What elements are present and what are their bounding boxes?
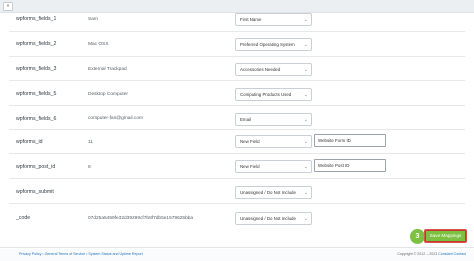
- system-status-link[interactable]: System Status and Uptime Report: [88, 252, 142, 256]
- select-value: New Field: [240, 139, 260, 144]
- custom-field-name-input[interactable]: Website Form ID: [314, 134, 386, 147]
- mapping-select[interactable]: Computing Products Used ⌄: [235, 88, 312, 101]
- input-value: Website Post ID: [318, 163, 350, 168]
- field-value: computer-fan@gmail.com: [88, 116, 143, 121]
- table-row: wpforms_fields_3 External Trackpad Acces…: [0, 57, 474, 81]
- chevron-down-icon: ⌄: [303, 17, 308, 23]
- select-value: Unassigned / Do Not Include: [240, 216, 296, 221]
- select-value: First Name: [240, 17, 262, 22]
- copyright-text: Copyright © 2012 – 2023: [397, 252, 438, 256]
- field-value: Mac OSX: [88, 42, 109, 47]
- copyright: Copyright © 2012 – 2023 Constant Contact: [397, 252, 466, 257]
- mapping-select[interactable]: Unassigned / Do Not Include ⌄: [235, 186, 312, 199]
- chevron-down-icon: ⌄: [303, 164, 308, 170]
- privacy-policy-link[interactable]: Privacy Policy: [19, 252, 41, 256]
- field-name: wpforms_post_id: [16, 164, 56, 170]
- field-value: External Trackpad: [88, 67, 127, 72]
- custom-field-name-input[interactable]: Website Post ID: [314, 159, 386, 172]
- select-value: Accessories Needed: [240, 67, 281, 72]
- chevron-down-icon: ⌄: [303, 67, 308, 73]
- mapping-select[interactable]: New Field ⌄: [235, 135, 312, 148]
- footer-divider: [0, 247, 474, 248]
- table-row: wpforms_fields_6 computer-fan@gmail.com …: [0, 106, 474, 130]
- select-value: New Field: [240, 164, 260, 169]
- select-value: Unassigned / Do Not Include: [240, 190, 296, 195]
- mapping-select[interactable]: Accessories Needed ⌄: [235, 63, 312, 76]
- chevron-down-icon: ⌄: [303, 216, 308, 222]
- mapping-select[interactable]: Email ⌄: [235, 113, 312, 126]
- step-number-badge: 3: [410, 229, 425, 244]
- select-value: Email: [240, 117, 251, 122]
- chevron-down-icon: ⌄: [303, 139, 308, 145]
- chevron-down-icon: ⌄: [303, 92, 308, 98]
- table-row: wpforms_submit Unassigned / Do Not Inclu…: [0, 179, 474, 203]
- field-name: wpforms_fields_5: [16, 91, 57, 97]
- field-name: wpforms_id: [16, 139, 43, 145]
- table-row: wpforms_id 11 New Field ⌄ Website Form I…: [0, 130, 474, 154]
- field-value: Sam: [88, 17, 98, 22]
- field-value: 07d25a5459fe32d39299cf7b8f7db5e1579625bb…: [88, 216, 194, 221]
- mapping-select[interactable]: Unassigned / Do Not Include ⌄: [235, 212, 312, 225]
- save-mappings-button[interactable]: Save Mappings: [424, 229, 467, 243]
- mapping-select[interactable]: First Name ⌄: [235, 13, 312, 26]
- input-value: Website Form ID: [318, 138, 351, 143]
- footer-links: Privacy Policy • General Terms of Servic…: [19, 252, 143, 257]
- table-row: _code 07d25a5459fe32d39299cf7b8f7db5e157…: [0, 204, 474, 228]
- brand-link[interactable]: Constant Contact: [438, 252, 466, 256]
- table-row: wpforms_fields_1 Sam First Name ⌄: [0, 7, 474, 31]
- chevron-down-icon: ⌄: [303, 117, 308, 123]
- field-value: Desktop Computer: [88, 92, 128, 97]
- field-value: 11: [88, 140, 93, 145]
- field-name: wpforms_fields_6: [16, 116, 57, 122]
- terms-of-service-link[interactable]: General Terms of Service: [45, 252, 85, 256]
- footer-separator: •: [42, 252, 44, 256]
- mapping-select[interactable]: New Field ⌄: [235, 160, 312, 173]
- field-name: _code: [16, 215, 31, 221]
- field-name: wpforms_submit: [16, 189, 54, 195]
- table-row: wpforms_post_id 8 New Field ⌄ Website Po…: [0, 154, 474, 178]
- select-value: Preferred Operating System: [240, 42, 295, 47]
- table-row: wpforms_fields_5 Desktop Computer Comput…: [0, 81, 474, 105]
- table-row: wpforms_fields_2 Mac OSX Preferred Opera…: [0, 32, 474, 56]
- footer: Privacy Policy • General Terms of Servic…: [0, 249, 474, 261]
- field-name: wpforms_fields_2: [16, 41, 57, 47]
- field-name: wpforms_fields_3: [16, 66, 57, 72]
- field-value: 8: [88, 165, 91, 170]
- chevron-down-icon: ⌄: [303, 42, 308, 48]
- chevron-down-icon: ⌄: [303, 190, 308, 196]
- mapping-select[interactable]: Preferred Operating System ⌄: [235, 38, 312, 51]
- select-value: Computing Products Used: [240, 92, 292, 97]
- field-name: wpforms_fields_1: [16, 16, 57, 22]
